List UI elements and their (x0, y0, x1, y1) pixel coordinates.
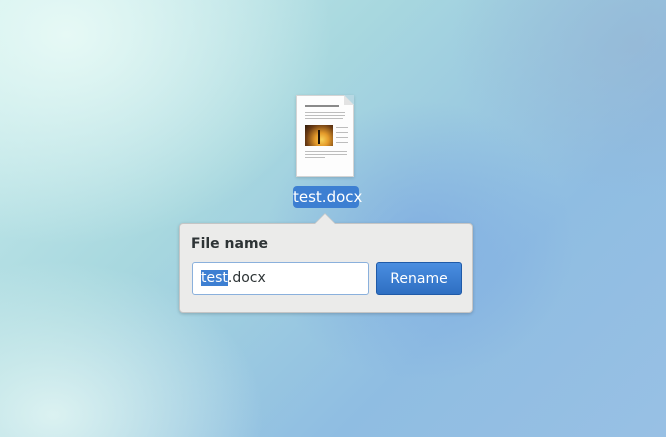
docx-thumbnail-icon[interactable] (296, 95, 354, 177)
thumb-line (336, 137, 348, 138)
thumb-line (305, 115, 345, 116)
selected-text: test (201, 270, 228, 286)
rename-popover: File name test.docx Rename (179, 213, 473, 313)
thumb-line (305, 112, 345, 113)
thumb-line (305, 151, 347, 152)
file-name-label[interactable]: test.docx (293, 186, 362, 208)
thumb-image (305, 125, 333, 146)
popover-arrow (315, 214, 335, 224)
thumb-line (305, 157, 325, 158)
file-name-input[interactable]: test.docx (192, 262, 369, 295)
thumb-line (305, 118, 343, 119)
thumb-title-line (305, 105, 339, 107)
page-fold (344, 95, 354, 105)
unselected-text: .docx (227, 270, 266, 286)
thumb-line (336, 127, 348, 128)
thumb-line (305, 154, 347, 155)
rename-button[interactable]: Rename (376, 262, 462, 295)
file-name-heading: File name (191, 236, 269, 252)
thumb-line (336, 132, 348, 133)
thumb-line (336, 142, 348, 143)
